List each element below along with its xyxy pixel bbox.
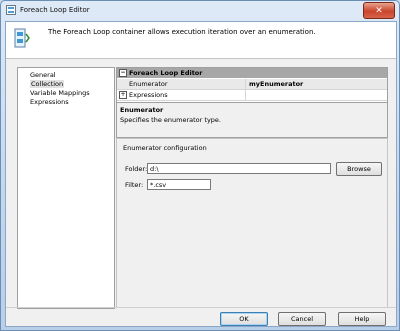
title-bar[interactable]: Foreach Loop Editor ✕ <box>1 1 399 21</box>
collapse-icon[interactable]: − <box>119 69 127 77</box>
close-icon: ✕ <box>375 5 383 16</box>
filter-input[interactable]: *.csv <box>147 179 211 190</box>
property-grid: − Foreach Loop Editor Enumerator myEnume… <box>116 67 388 103</box>
enumerator-configuration-panel: Enumerator configuration Folder: d:\ Bro… <box>116 138 388 308</box>
dialog-window: Foreach Loop Editor ✕ The Foreach Loop c… <box>0 0 400 331</box>
property-description-panel: Enumerator Specifies the enumerator type… <box>116 102 388 138</box>
help-button[interactable]: Help <box>338 312 386 326</box>
description-text: Specifies the enumerator type. <box>120 116 221 124</box>
nav-item-expressions[interactable]: Expressions <box>30 98 69 106</box>
foreach-container-icon <box>14 28 30 48</box>
nav-item-general[interactable]: General <box>30 71 56 79</box>
page-list: General Collection Variable Mappings Exp… <box>17 67 115 309</box>
grid-row-name: Enumerator <box>129 80 168 88</box>
grid-row-enumerator[interactable]: Enumerator myEnumerator <box>117 79 387 90</box>
grid-category-label: Foreach Loop Editor <box>129 69 203 77</box>
cancel-button[interactable]: Cancel <box>278 312 326 326</box>
grid-row-expressions[interactable]: + Expressions <box>117 90 387 101</box>
grid-category-row[interactable]: − Foreach Loop Editor <box>117 68 387 78</box>
close-button[interactable]: ✕ <box>363 2 395 19</box>
ok-button[interactable]: OK <box>220 312 268 326</box>
header-band: The Foreach Loop container allows execut… <box>6 22 396 59</box>
header-description: The Foreach Loop container allows execut… <box>48 28 316 36</box>
foreach-loop-icon <box>6 5 16 15</box>
config-title: Enumerator configuration <box>123 144 207 152</box>
folder-label: Folder: <box>125 165 148 173</box>
expand-icon[interactable]: + <box>119 91 127 99</box>
window-title: Foreach Loop Editor <box>20 6 90 14</box>
nav-item-collection[interactable]: Collection <box>30 80 65 88</box>
grid-row-value[interactable]: myEnumerator <box>249 80 303 88</box>
folder-input[interactable]: d:\ <box>147 163 331 174</box>
grid-divider <box>245 79 246 101</box>
dialog-client: The Foreach Loop container allows execut… <box>5 21 397 327</box>
browse-button[interactable]: Browse <box>336 162 382 176</box>
nav-item-variable-mappings[interactable]: Variable Mappings <box>30 89 90 97</box>
footer-divider <box>6 307 396 308</box>
grid-row-name: Expressions <box>129 91 168 99</box>
description-title: Enumerator <box>120 106 164 114</box>
filter-label: Filter: <box>125 181 144 189</box>
